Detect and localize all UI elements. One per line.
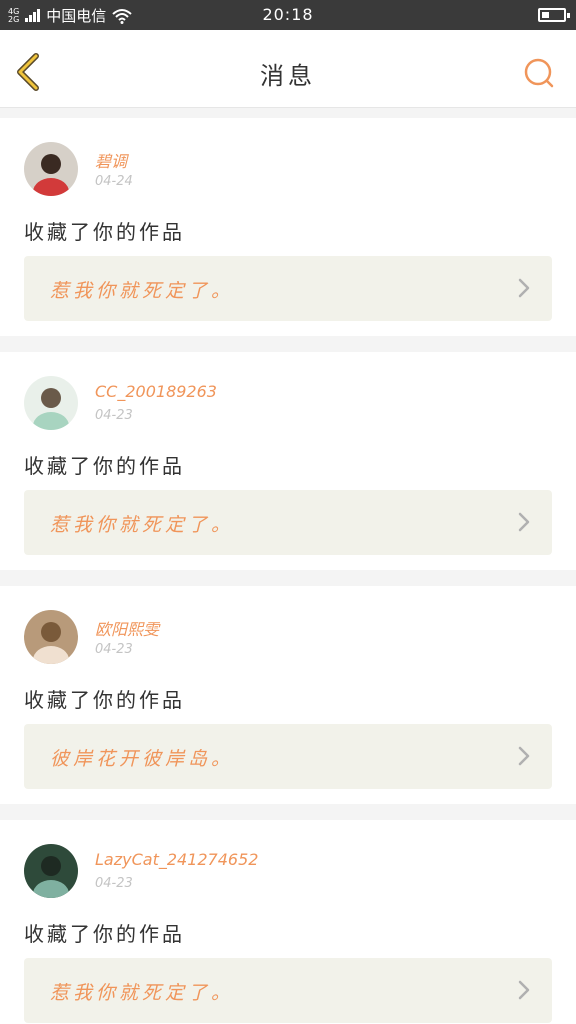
work-link[interactable]: 惹我你就死定了。 bbox=[24, 256, 552, 321]
work-title: 惹我你就死定了。 bbox=[50, 280, 235, 302]
status-bar: 4G 2G 中国电信 20:18 bbox=[0, 0, 576, 30]
work-title: 惹我你就死定了。 bbox=[50, 982, 235, 1004]
message-list: 碧调 04-24 收藏了你的作品 惹我你就死定了。 CC_200189263 0… bbox=[0, 108, 576, 1024]
user-name[interactable]: CC_200189263 bbox=[95, 382, 217, 401]
avatar[interactable] bbox=[24, 142, 78, 196]
chevron-right-icon bbox=[518, 980, 530, 1000]
battery-icon bbox=[538, 8, 570, 22]
battery-nub bbox=[567, 13, 570, 18]
message-card: 碧调 04-24 收藏了你的作品 惹我你就死定了。 bbox=[0, 118, 576, 336]
status-time: 20:18 bbox=[262, 5, 314, 24]
work-link[interactable]: 彼岸花开彼岸岛。 bbox=[24, 724, 552, 789]
message-card: LazyCat_241274652 04-23 收藏了你的作品 惹我你就死定了。 bbox=[0, 820, 576, 1024]
action-text: 收藏了你的作品 bbox=[24, 688, 185, 712]
message-date: 04-23 bbox=[95, 408, 133, 423]
user-name[interactable]: 欧阳熙雯 bbox=[95, 616, 159, 640]
message-card: 欧阳熙雯 04-23 收藏了你的作品 彼岸花开彼岸岛。 bbox=[0, 586, 576, 804]
nav-bar: 消息 bbox=[0, 30, 576, 108]
search-button[interactable] bbox=[522, 56, 556, 90]
page-title: 消息 bbox=[260, 62, 316, 90]
work-title: 彼岸花开彼岸岛。 bbox=[50, 748, 235, 770]
action-text: 收藏了你的作品 bbox=[24, 454, 185, 478]
user-name[interactable]: LazyCat_241274652 bbox=[95, 850, 258, 869]
message-date: 04-23 bbox=[95, 876, 133, 891]
message-card: CC_200189263 04-23 收藏了你的作品 惹我你就死定了。 bbox=[0, 352, 576, 570]
work-title: 惹我你就死定了。 bbox=[50, 514, 235, 536]
user-name[interactable]: 碧调 bbox=[95, 148, 127, 172]
chevron-right-icon bbox=[518, 746, 530, 766]
battery-fill bbox=[542, 12, 549, 18]
action-text: 收藏了你的作品 bbox=[24, 922, 185, 946]
work-link[interactable]: 惹我你就死定了。 bbox=[24, 958, 552, 1023]
chevron-right-icon bbox=[518, 512, 530, 532]
avatar[interactable] bbox=[24, 844, 78, 898]
message-date: 04-24 bbox=[95, 174, 133, 189]
work-link[interactable]: 惹我你就死定了。 bbox=[24, 490, 552, 555]
message-date: 04-23 bbox=[95, 642, 133, 657]
avatar[interactable] bbox=[24, 376, 78, 430]
action-text: 收藏了你的作品 bbox=[24, 220, 185, 244]
avatar[interactable] bbox=[24, 610, 78, 664]
chevron-right-icon bbox=[518, 278, 530, 298]
